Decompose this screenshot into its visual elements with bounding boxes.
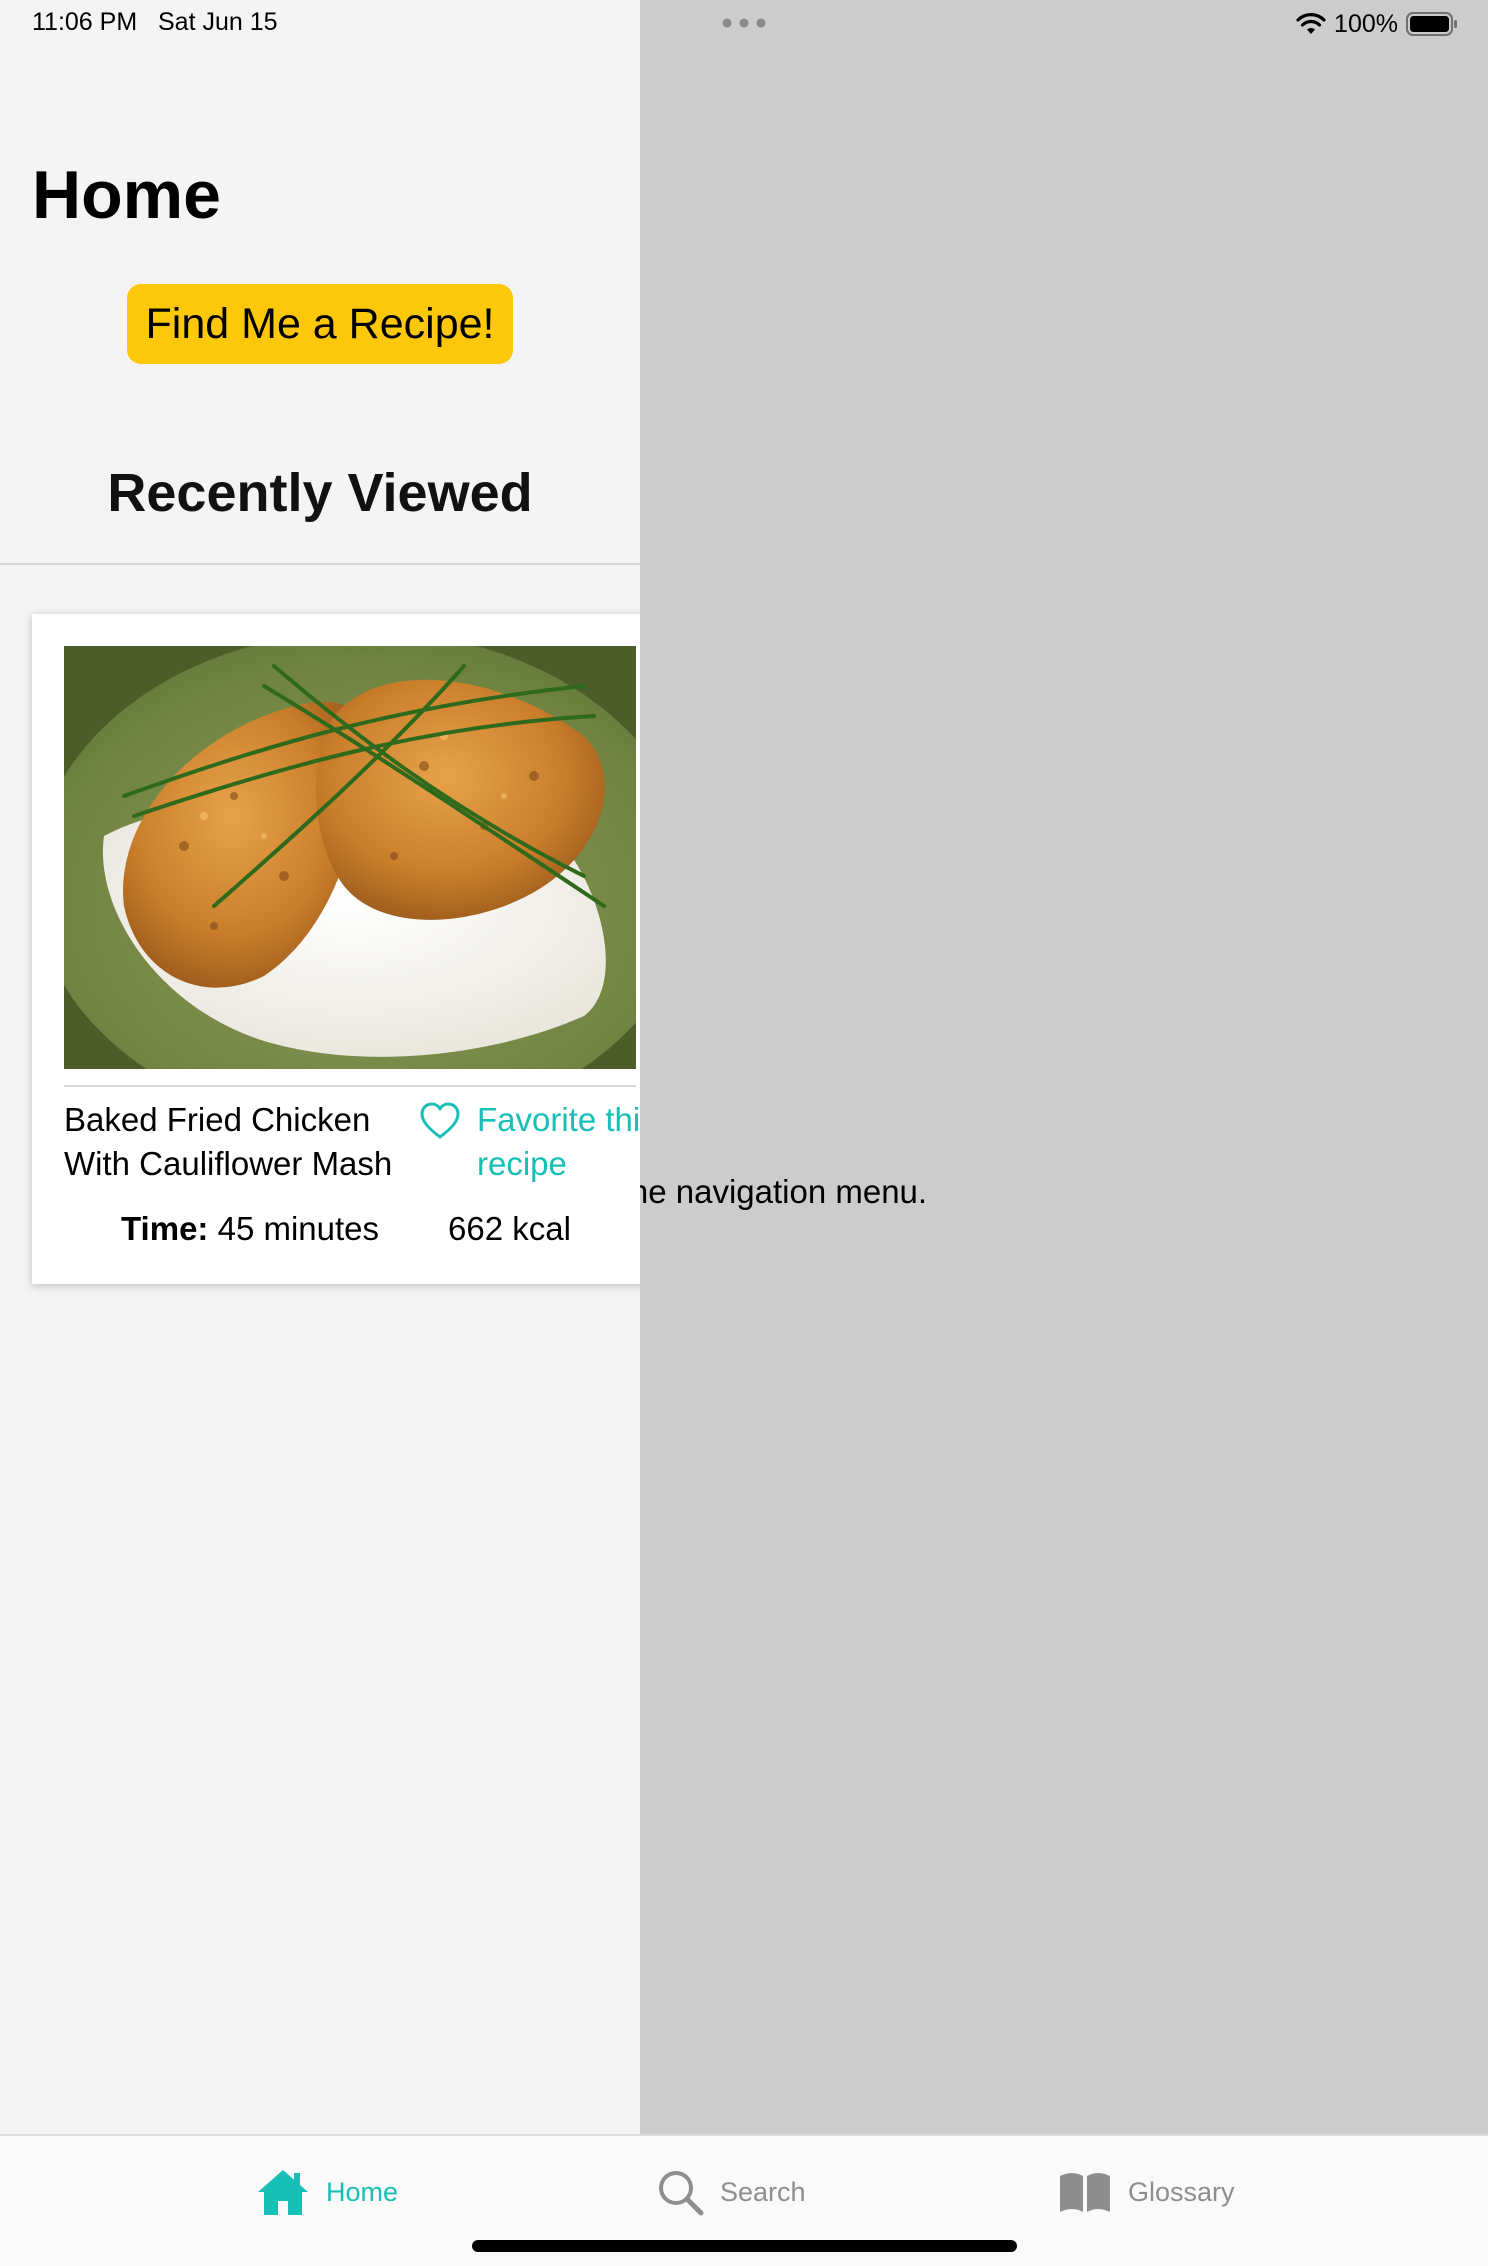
- status-clock: 11:06 PM: [32, 8, 138, 36]
- tab-search[interactable]: Search: [656, 2162, 806, 2222]
- multitasking-dots-icon[interactable]: [722, 18, 766, 28]
- search-icon: [659, 2171, 704, 2216]
- recipe-image[interactable]: [64, 646, 636, 1069]
- wifi-icon: [1296, 13, 1326, 34]
- recipe-time: Time: 45 minutes: [121, 1210, 379, 1248]
- tab-home-label: Home: [326, 2176, 399, 2207]
- tab-home[interactable]: Home: [256, 2162, 398, 2222]
- home-icon: [258, 2170, 308, 2215]
- home-indicator[interactable]: [472, 2240, 1017, 2252]
- recipe-calories: 662 kcal: [448, 1210, 571, 1247]
- status-time: 11:06 PM Sat Jun 15: [32, 8, 278, 37]
- section-divider: [0, 563, 640, 565]
- time-value: 45 minutes: [217, 1210, 380, 1247]
- tab-glossary[interactable]: Glossary: [1058, 2162, 1235, 2222]
- status-bar: 11:06 PM Sat Jun 15 100%: [0, 0, 1488, 48]
- book-icon: [1060, 2173, 1110, 2212]
- recipe-card[interactable]: Baked Fried Chicken With Cauliflower Mas…: [32, 614, 640, 1284]
- page-title: Home: [32, 157, 221, 233]
- tab-glossary-label: Glossary: [1128, 2176, 1235, 2207]
- time-label: Time:: [121, 1210, 209, 1247]
- favorite-recipe-button[interactable]: Favorite this recipe: [477, 1098, 640, 1186]
- recently-viewed-heading: Recently Viewed: [107, 463, 533, 523]
- find-recipe-button[interactable]: Find Me a Recipe!: [127, 284, 513, 364]
- detail-pane: e from the navigation menu.: [518, 0, 1488, 2134]
- status-indicators: 100%: [1296, 6, 1458, 42]
- card-divider: [64, 1085, 636, 1087]
- master-pane: Home Find Me a Recipe! Recently Viewed B…: [0, 0, 640, 2134]
- heart-icon[interactable]: [420, 1102, 460, 1140]
- recipe-title: Baked Fried Chicken With Cauliflower Mas…: [64, 1101, 393, 1182]
- battery-icon: [1406, 12, 1457, 36]
- status-date: Sat Jun 15: [158, 8, 278, 36]
- battery-percentage: 100%: [1334, 9, 1398, 38]
- tab-search-label: Search: [720, 2176, 806, 2207]
